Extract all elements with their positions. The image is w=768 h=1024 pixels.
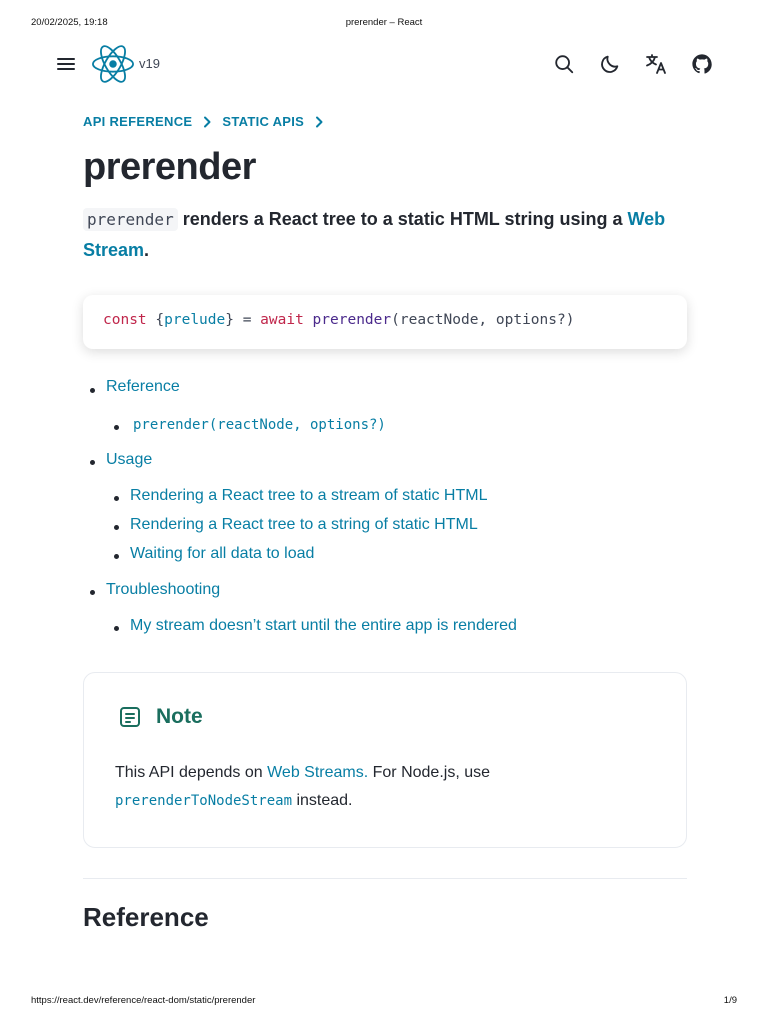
toc-usage-waiting[interactable]: Waiting for all data to load [130,545,314,563]
note-text: This API depends on Web Streams. For Nod… [115,759,655,815]
section-divider [83,878,687,879]
menu-icon[interactable] [54,52,78,76]
code-var-prelude: prelude [164,312,226,328]
bullet [114,525,119,530]
bullet [114,425,119,430]
note-inline-code[interactable]: prerenderToNodeStream [115,793,292,809]
nav-actions [550,50,716,78]
note-text-after: instead. [292,792,353,809]
chevron-right-icon [312,115,326,129]
code-brace-close: } = [225,312,261,328]
page-title: prerender [83,146,256,188]
toc-prerender-signature[interactable]: prerender(reactNode, options?) [133,417,386,433]
print-url: https://react.dev/reference/react-dom/st… [31,995,256,1006]
intro-end: . [144,240,150,260]
print-header: 20/02/2025, 19:18 prerender – React [31,17,737,29]
bullet [114,496,119,501]
toc-troubleshooting-stream[interactable]: My stream doesn’t start until the entire… [130,617,517,635]
web-streams-link[interactable]: Web Streams. [267,764,368,781]
intro-paragraph: prerender renders a React tree to a stat… [83,204,687,265]
breadcrumb-static-apis[interactable]: STATIC APIS [222,114,304,129]
print-page-number: 1/9 [723,995,737,1006]
code-keyword-await: await [260,312,304,328]
chevron-right-icon [200,115,214,129]
note-text-before: This API depends on [115,764,268,781]
toc-usage-string[interactable]: Rendering a React tree to a string of st… [130,516,478,534]
bullet [114,554,119,559]
version-label[interactable]: v19 [139,56,160,71]
search-icon[interactable] [550,50,578,78]
top-nav: v19 [52,44,716,84]
bullet [114,626,119,631]
moon-icon[interactable] [596,50,624,78]
breadcrumb-api-reference[interactable]: API REFERENCE [83,114,192,129]
print-title: prerender – React [345,17,423,28]
toc-troubleshooting[interactable]: Troubleshooting [106,581,220,599]
breadcrumb: API REFERENCE STATIC APIS [83,114,334,129]
intro-text: renders a React tree to a static HTML st… [177,209,628,229]
code-brace-open: { [146,312,165,328]
code-fn-prerender: prerender [312,312,392,328]
code-keyword-const: const [103,312,147,328]
toc-usage-stream[interactable]: Rendering a React tree to a stream of st… [130,487,487,505]
toc-reference[interactable]: Reference [106,378,180,396]
note-icon [118,705,142,729]
bullet [90,460,95,465]
bullet [90,590,95,595]
code-args: (reactNode, options?) [391,312,575,328]
translate-icon[interactable] [642,50,670,78]
intro-inline-code: prerender [83,208,178,231]
section-heading-reference: Reference [83,902,209,932]
react-logo[interactable] [92,45,134,83]
toc-usage[interactable]: Usage [106,451,152,469]
github-icon[interactable] [688,50,716,78]
note-title: Note [156,705,203,728]
note-callout: Note This API depends on Web Streams. Fo… [83,672,687,848]
code-signature: const {prelude} = await prerender(reactN… [83,295,687,349]
bullet [90,388,95,393]
note-text-mid: For Node.js, use [368,764,491,781]
